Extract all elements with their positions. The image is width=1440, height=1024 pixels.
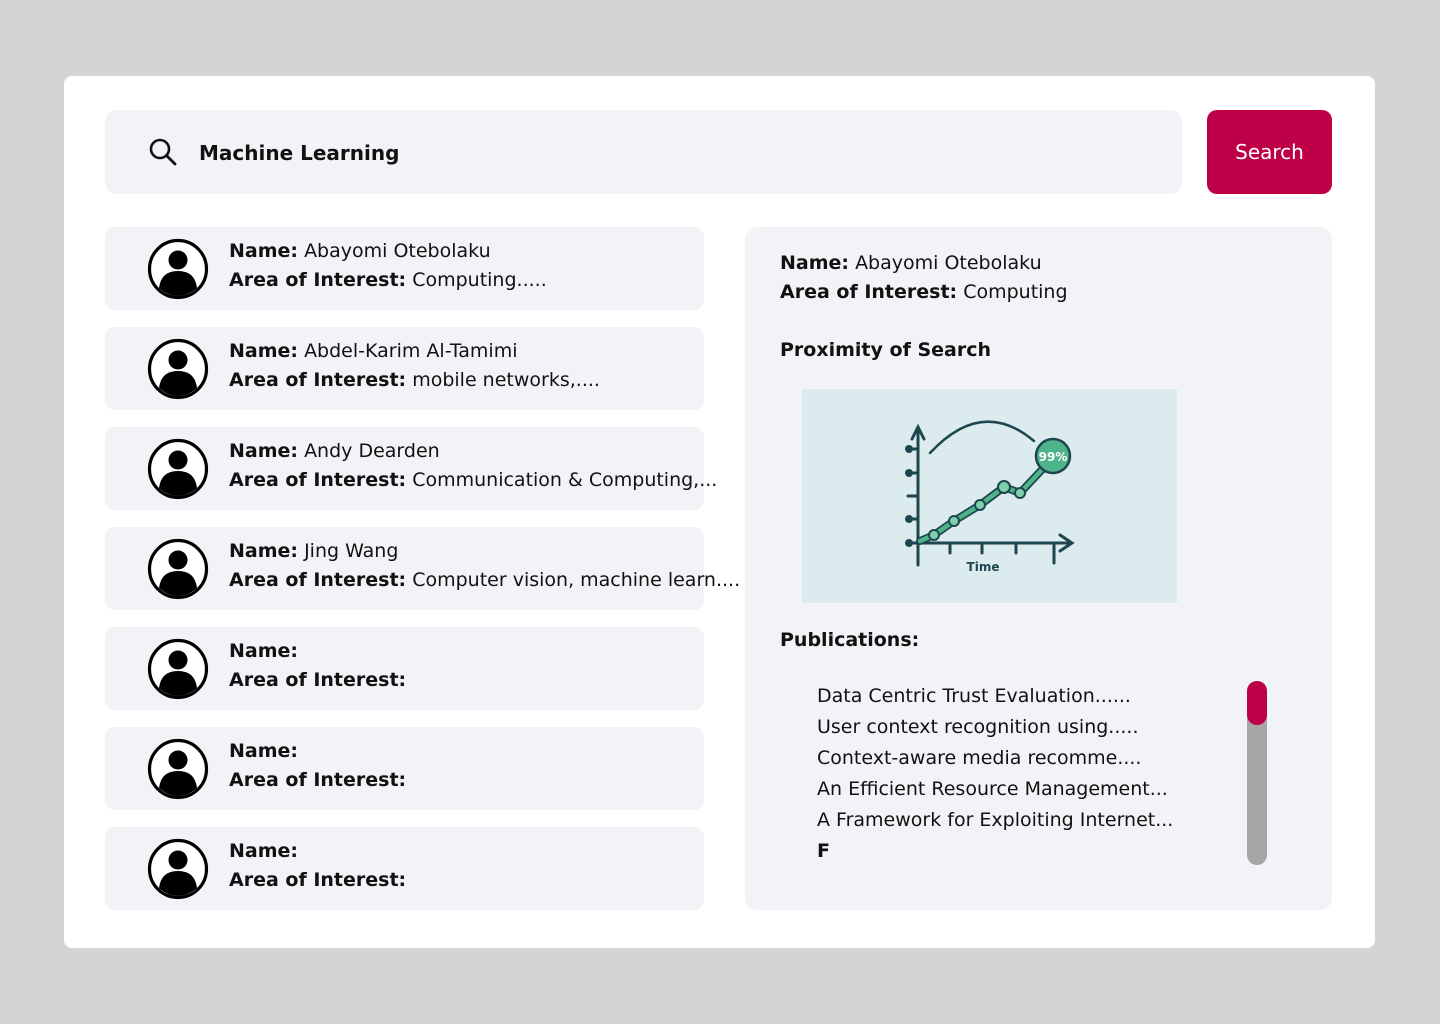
result-interest-label: Area of Interest: — [229, 569, 407, 591]
search-button[interactable]: Search — [1207, 110, 1332, 194]
publication-item[interactable]: User context recognition using..... — [817, 712, 1237, 743]
proximity-heading: Proximity of Search — [780, 339, 991, 361]
result-name-line: Name: — [229, 840, 298, 862]
result-name-label: Name: — [229, 440, 299, 462]
result-card[interactable]: Name: Jing Wang Area of Interest: Compute… — [105, 527, 740, 610]
time-axis-label: Time — [967, 560, 1000, 574]
publications-scrollbar[interactable] — [1247, 681, 1267, 865]
result-name-line: Name: Abayomi Otebolaku — [229, 240, 491, 262]
result-interest: Communication & Computing,... — [412, 469, 718, 491]
result-interest-line: Area of Interest: — [229, 769, 406, 791]
peak-badge-label: 99% — [1039, 450, 1068, 464]
result-card[interactable]: Name: Area of Interest: — [105, 727, 704, 810]
avatar-icon — [147, 638, 209, 700]
result-interest-label: Area of Interest: — [229, 669, 407, 691]
result-interest-label: Area of Interest: — [229, 469, 407, 491]
publication-item[interactable]: F — [817, 836, 1237, 867]
search-bar[interactable] — [105, 110, 1182, 194]
result-name: Abayomi Otebolaku — [304, 240, 491, 262]
result-card[interactable]: Name: Area of Interest: — [105, 827, 704, 910]
publications-list: Data Centric Trust Evaluation...... User … — [817, 681, 1237, 874]
scrollbar-thumb[interactable] — [1247, 681, 1267, 725]
avatar-icon — [147, 438, 209, 500]
result-name-line: Name: Jing Wang — [229, 540, 398, 562]
result-name-label: Name: — [229, 840, 299, 862]
publications-heading: Publications: — [780, 629, 920, 651]
publication-item[interactable]: An Efficient Resource Management... — [817, 774, 1237, 805]
publication-item[interactable]: Context-aware media recomme.... — [817, 743, 1237, 774]
avatar-icon — [147, 538, 209, 600]
result-name-line: Name: — [229, 640, 298, 662]
result-name-line: Name: Andy Dearden — [229, 440, 440, 462]
result-card[interactable]: Name: Area of Interest: — [105, 627, 704, 710]
result-name-label: Name: — [229, 240, 299, 262]
search-icon — [149, 138, 177, 166]
avatar-icon — [147, 738, 209, 800]
result-interest-label: Area of Interest: — [229, 269, 407, 291]
result-card[interactable]: Name: Abayomi Otebolaku Area of Interest:… — [105, 227, 704, 310]
detail-name-line: Name: Abayomi Otebolaku — [780, 252, 1042, 274]
detail-name-label: Name: — [780, 252, 850, 274]
result-interest-label: Area of Interest: — [229, 769, 407, 791]
result-name-label: Name: — [229, 340, 299, 362]
result-name-line: Name: Abdel-Karim Al-Tamimi — [229, 340, 517, 362]
result-name-label: Name: — [229, 540, 299, 562]
result-name: Andy Dearden — [304, 440, 440, 462]
publication-item[interactable]: A Framework for Exploiting Internet... — [817, 805, 1237, 836]
detail-name: Abayomi Otebolaku — [855, 252, 1042, 274]
result-interest: Computing..... — [412, 269, 547, 291]
detail-interest: Computing — [963, 281, 1068, 303]
avatar-icon — [147, 338, 209, 400]
proximity-chart-illustration: 99% Time — [905, 420, 1075, 574]
proximity-chart-image: 99% Time — [802, 389, 1177, 603]
search-input[interactable] — [197, 132, 1101, 174]
result-name-label: Name: — [229, 640, 299, 662]
detail-interest-line: Area of Interest: Computing — [780, 281, 1068, 303]
result-name: Jing Wang — [304, 540, 399, 562]
publication-item[interactable]: Data Centric Trust Evaluation...... — [817, 681, 1237, 712]
result-interest-label: Area of Interest: — [229, 369, 407, 391]
result-interest-line: Area of Interest: Computing..... — [229, 269, 547, 291]
result-interest: mobile networks,.... — [412, 369, 600, 391]
detail-interest-label: Area of Interest: — [780, 281, 958, 303]
result-card[interactable]: Name: Andy Dearden Area of Interest: Comm… — [105, 427, 717, 510]
result-interest-line: Area of Interest: — [229, 669, 406, 691]
main-card: Search Name: Abayomi Otebolaku Area of In… — [64, 76, 1375, 948]
result-name-line: Name: — [229, 740, 298, 762]
result-interest-label: Area of Interest: — [229, 869, 407, 891]
result-interest-line: Area of Interest: mobile networks,.... — [229, 369, 600, 391]
result-interest: Computer vision, machine learn.... — [412, 569, 741, 591]
result-card[interactable]: Name: Abdel-Karim Al-Tamimi Area of Inter… — [105, 327, 704, 410]
result-interest-line: Area of Interest: Computer vision, machi… — [229, 569, 740, 591]
result-interest-line: Area of Interest: — [229, 869, 406, 891]
result-interest-line: Area of Interest: Communication & Comput… — [229, 469, 717, 491]
result-name-label: Name: — [229, 740, 299, 762]
result-name: Abdel-Karim Al-Tamimi — [304, 340, 518, 362]
detail-panel: Name: Abayomi Otebolaku Area of Interest… — [745, 227, 1332, 910]
avatar-icon — [147, 238, 209, 300]
avatar-icon — [147, 838, 209, 900]
